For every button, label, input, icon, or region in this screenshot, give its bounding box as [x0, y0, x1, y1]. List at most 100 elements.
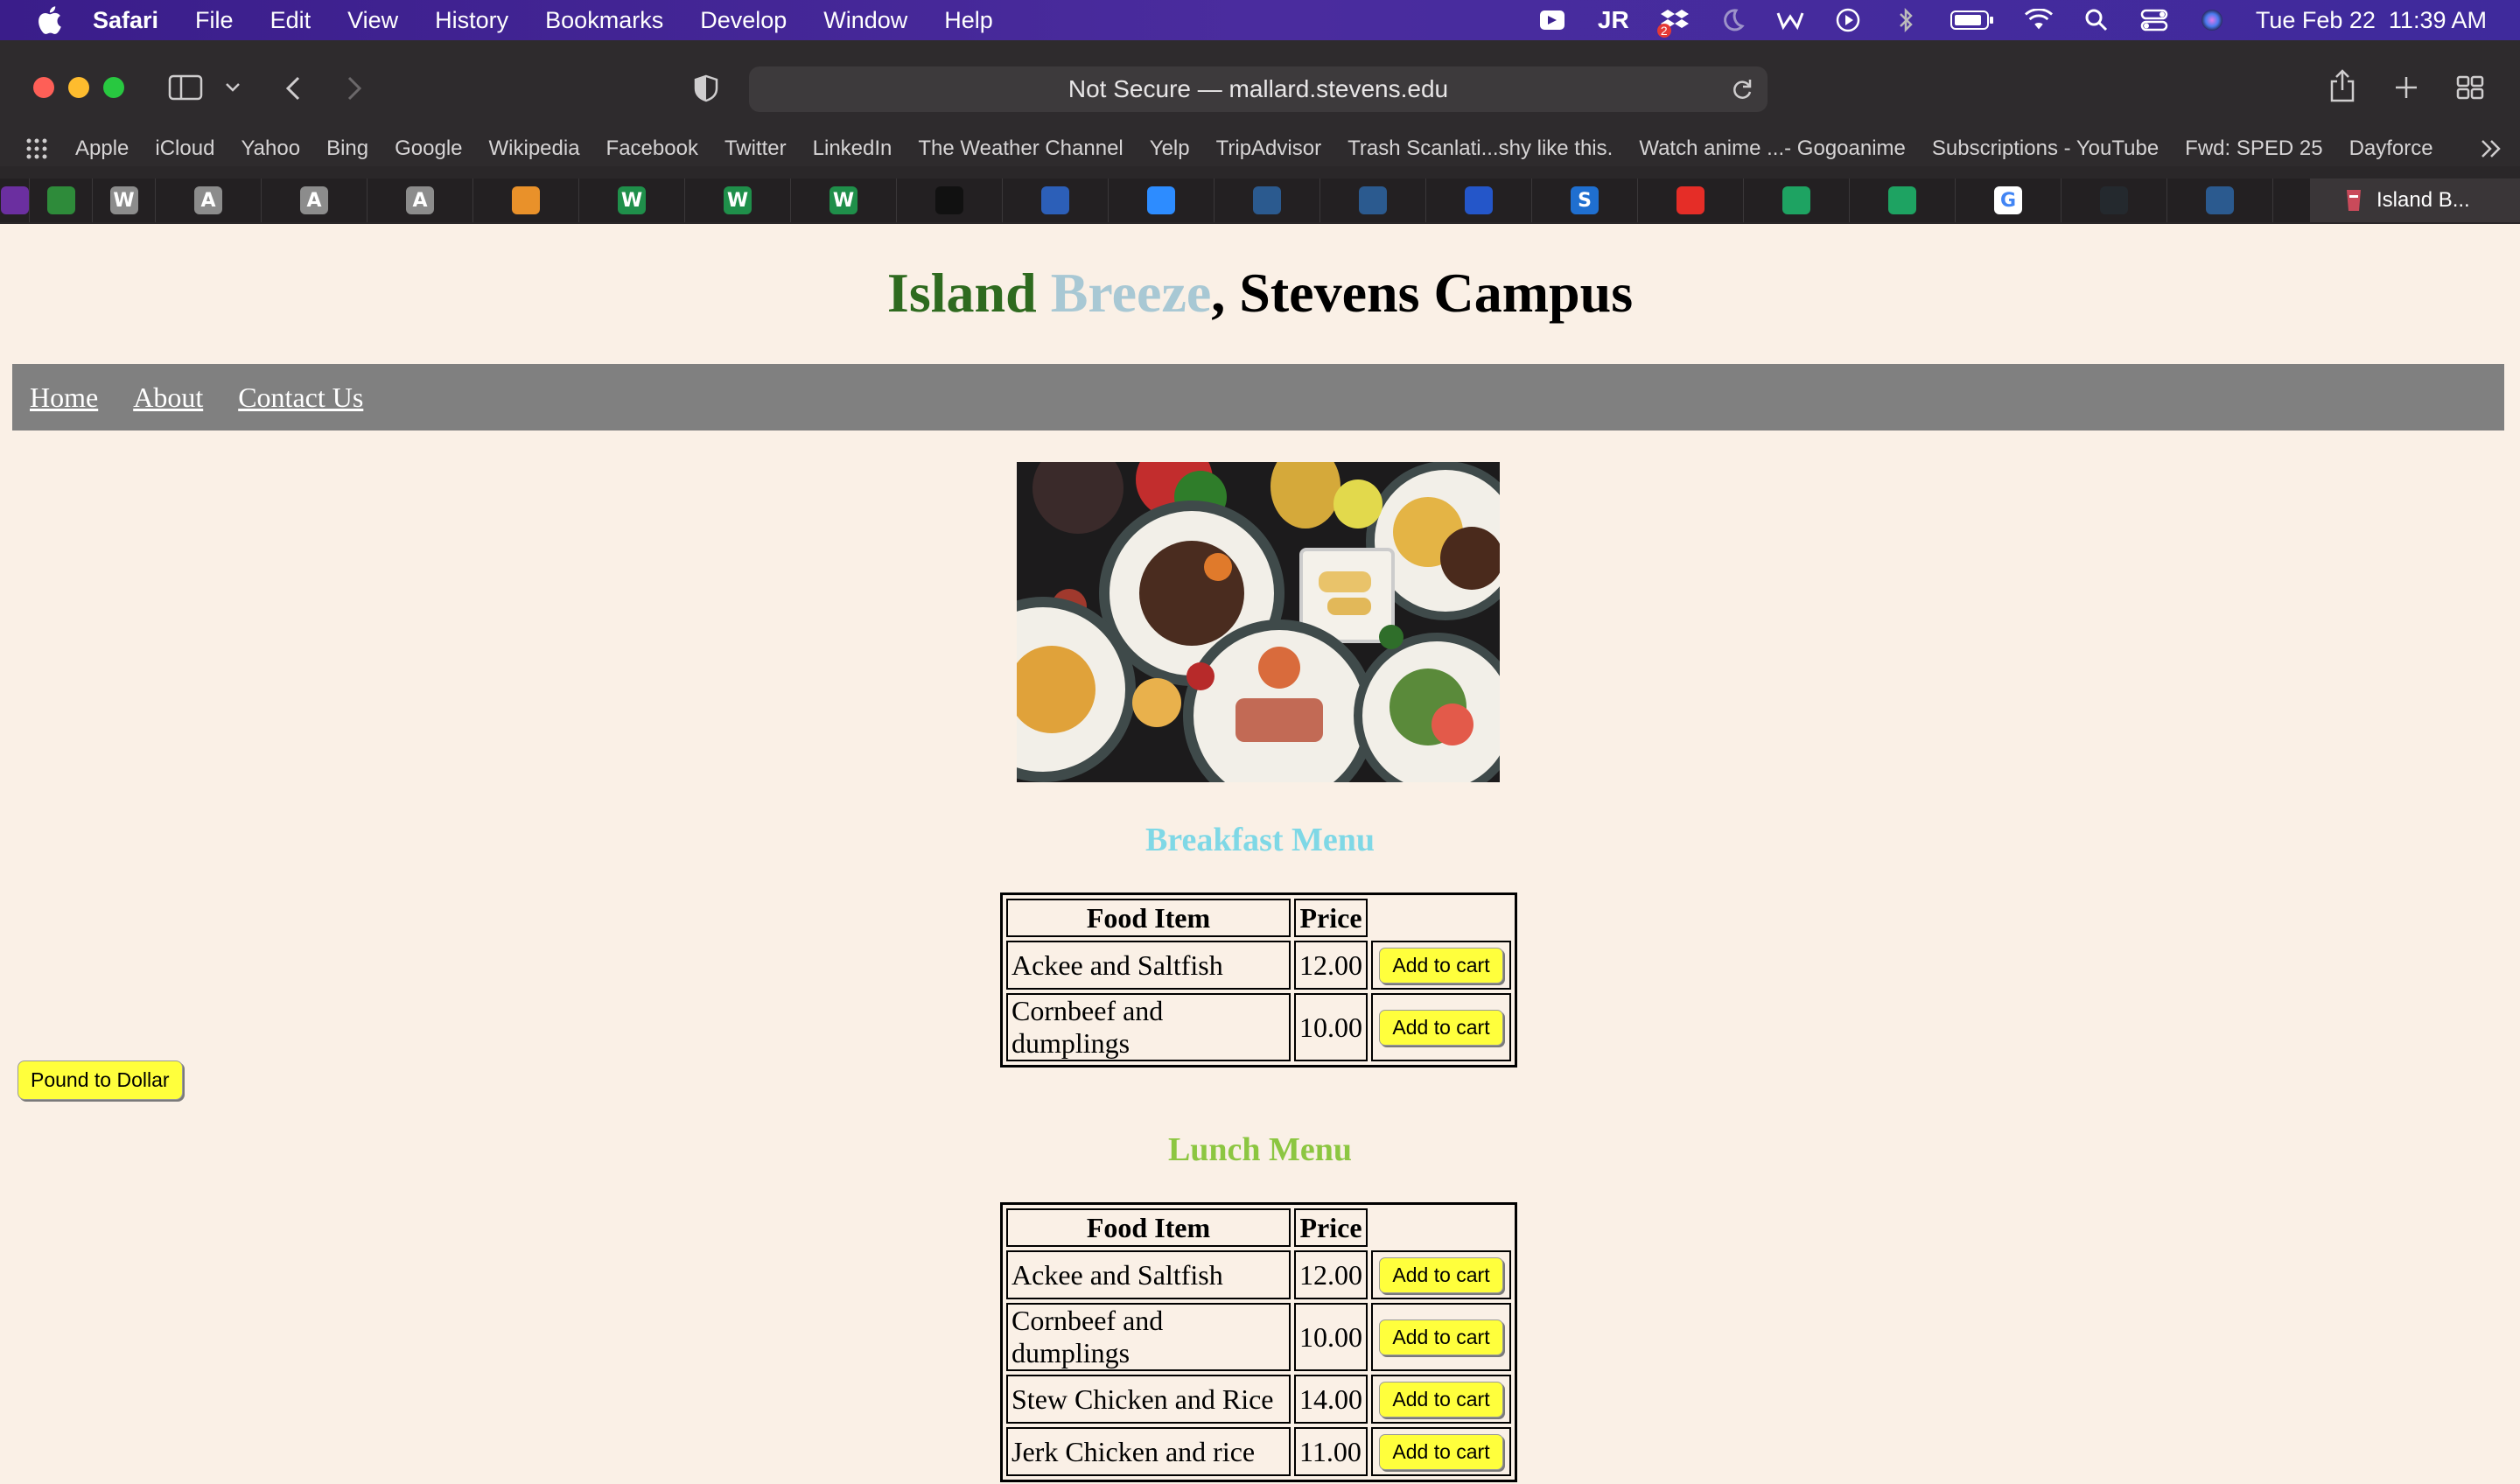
share-icon[interactable]: [2328, 68, 2357, 103]
pinned-tab[interactable]: [1638, 178, 1744, 222]
pinned-tab[interactable]: [1003, 178, 1109, 222]
new-tab-icon[interactable]: [2392, 74, 2420, 102]
pinned-tab[interactable]: [2062, 178, 2167, 222]
food-item-cell: Stew Chicken and Rice: [1006, 1375, 1291, 1424]
control-center-icon[interactable]: [2140, 6, 2168, 34]
pinned-tab[interactable]: A: [262, 178, 368, 222]
pound-to-dollar-button[interactable]: Pound to Dollar: [18, 1060, 183, 1100]
menu-file[interactable]: File: [195, 7, 234, 34]
pinned-tab[interactable]: [1109, 178, 1214, 222]
pinned-tab[interactable]: [1850, 178, 1956, 222]
bookmark-trash-scanlations[interactable]: Trash Scanlati...shy like this.: [1348, 136, 1613, 161]
reader-app-icon[interactable]: JR: [1596, 6, 1631, 34]
pinned-tab[interactable]: W: [579, 178, 685, 222]
stack-icon: [512, 186, 540, 214]
pinned-tab[interactable]: [1744, 178, 1850, 222]
apple-menu-icon[interactable]: [32, 3, 66, 38]
bookmarks-overflow-icon[interactable]: [2480, 138, 2502, 161]
privacy-shield-icon[interactable]: [691, 74, 721, 103]
table-row: Jerk Chicken and rice 11.00 Add to cart: [1006, 1427, 1511, 1476]
pinned-tab[interactable]: [473, 178, 579, 222]
nav-about-link[interactable]: About: [133, 382, 203, 414]
pinned-tab[interactable]: [1214, 178, 1320, 222]
bookmark-weather-channel[interactable]: The Weather Channel: [918, 136, 1123, 161]
pinned-tab[interactable]: [30, 178, 93, 222]
bookmark-youtube-subscriptions[interactable]: Subscriptions - YouTube: [1932, 136, 2159, 161]
tab-overview-icon[interactable]: [2455, 74, 2485, 102]
forward-button[interactable]: [341, 74, 368, 103]
zoom-window-button[interactable]: [103, 77, 124, 98]
pinned-tab[interactable]: W: [93, 178, 156, 222]
spotlight-search-icon[interactable]: [2082, 6, 2110, 34]
bookmark-linkedin[interactable]: LinkedIn: [813, 136, 892, 161]
add-to-cart-button[interactable]: Add to cart: [1379, 948, 1503, 984]
app-name[interactable]: Safari: [93, 7, 158, 34]
bookmark-tripadvisor[interactable]: TripAdvisor: [1216, 136, 1321, 161]
pinned-tab[interactable]: [897, 178, 1003, 222]
add-to-cart-button[interactable]: Add to cart: [1379, 1257, 1503, 1293]
pinned-tab[interactable]: [1426, 178, 1532, 222]
bookmark-wikipedia[interactable]: Wikipedia: [489, 136, 580, 161]
pinned-tab[interactable]: W: [791, 178, 897, 222]
wifi-icon[interactable]: [2024, 6, 2053, 34]
site-title: Island Breeze, Stevens Campus: [0, 261, 2520, 326]
bookmark-bing[interactable]: Bing: [326, 136, 368, 161]
reload-icon[interactable]: [1731, 77, 1755, 102]
table-row: Cornbeef and dumplings 10.00 Add to cart: [1006, 1303, 1511, 1371]
minimize-window-button[interactable]: [68, 77, 89, 98]
bluetooth-icon[interactable]: [1892, 6, 1920, 34]
battery-icon[interactable]: [1950, 6, 1995, 34]
chevron-down-icon[interactable]: [224, 79, 242, 96]
play-circle-icon[interactable]: [1834, 6, 1862, 34]
pinned-tab[interactable]: A: [156, 178, 262, 222]
nav-contact-link[interactable]: Contact Us: [238, 382, 363, 414]
menu-edit[interactable]: Edit: [270, 7, 312, 34]
bookmark-facebook[interactable]: Facebook: [606, 136, 698, 161]
pinned-tab[interactable]: [0, 178, 30, 222]
apps-grid-icon[interactable]: [24, 136, 49, 161]
close-window-button[interactable]: [33, 77, 54, 98]
menu-help[interactable]: Help: [944, 7, 993, 34]
wolf-app-icon[interactable]: [1776, 6, 1804, 34]
pinned-tab[interactable]: [2167, 178, 2273, 222]
bookmark-yahoo[interactable]: Yahoo: [241, 136, 300, 161]
dropbox-icon[interactable]: 2: [1656, 6, 1689, 38]
video-status-icon[interactable]: [1538, 6, 1566, 34]
bookmark-dayforce[interactable]: Dayforce: [2349, 136, 2433, 161]
bookmark-gogoanime[interactable]: Watch anime ...- Gogoanime: [1639, 136, 1906, 161]
tab-active[interactable]: Island B...: [2310, 178, 2520, 222]
menubar-clock[interactable]: Tue Feb 22 11:39 AM: [2256, 7, 2487, 34]
menu-window[interactable]: Window: [823, 7, 907, 34]
nav-home-link[interactable]: Home: [30, 382, 98, 414]
cart-cell: Add to cart: [1371, 1427, 1511, 1476]
bookmark-google[interactable]: Google: [395, 136, 462, 161]
table-row: Ackee and Saltfish 12.00 Add to cart: [1006, 941, 1511, 990]
menu-develop[interactable]: Develop: [700, 7, 787, 34]
pinned-tab[interactable]: [1320, 178, 1426, 222]
pinned-tab[interactable]: W: [685, 178, 791, 222]
bookmark-apple[interactable]: Apple: [75, 136, 129, 161]
table-row: Cornbeef and dumplings 10.00 Add to cart: [1006, 993, 1511, 1061]
pinned-tab[interactable]: S: [1532, 178, 1638, 222]
tab-favicon-icon: [2343, 188, 2364, 213]
add-to-cart-button[interactable]: Add to cart: [1379, 1010, 1503, 1046]
price-cell: 10.00: [1294, 993, 1368, 1061]
add-to-cart-button[interactable]: Add to cart: [1379, 1382, 1503, 1418]
sidebar-toggle-icon[interactable]: [168, 74, 203, 102]
add-to-cart-button[interactable]: Add to cart: [1379, 1434, 1503, 1470]
bookmark-icloud[interactable]: iCloud: [155, 136, 214, 161]
back-button[interactable]: [280, 74, 306, 103]
bookmark-twitter[interactable]: Twitter: [724, 136, 787, 161]
bookmark-yelp[interactable]: Yelp: [1150, 136, 1190, 161]
bookmark-sped-25[interactable]: Fwd: SPED 25: [2185, 136, 2322, 161]
moon-icon[interactable]: [1718, 6, 1746, 34]
menu-bookmarks[interactable]: Bookmarks: [545, 7, 663, 34]
add-to-cart-button[interactable]: Add to cart: [1379, 1320, 1503, 1355]
cart-cell: Add to cart: [1371, 1375, 1511, 1424]
pinned-tab[interactable]: A: [368, 178, 473, 222]
menu-view[interactable]: View: [347, 7, 398, 34]
menu-history[interactable]: History: [435, 7, 508, 34]
address-bar[interactable]: Not Secure — mallard.stevens.edu: [749, 66, 1768, 112]
pinned-tab[interactable]: G: [1956, 178, 2062, 222]
siri-icon[interactable]: [2198, 6, 2226, 34]
